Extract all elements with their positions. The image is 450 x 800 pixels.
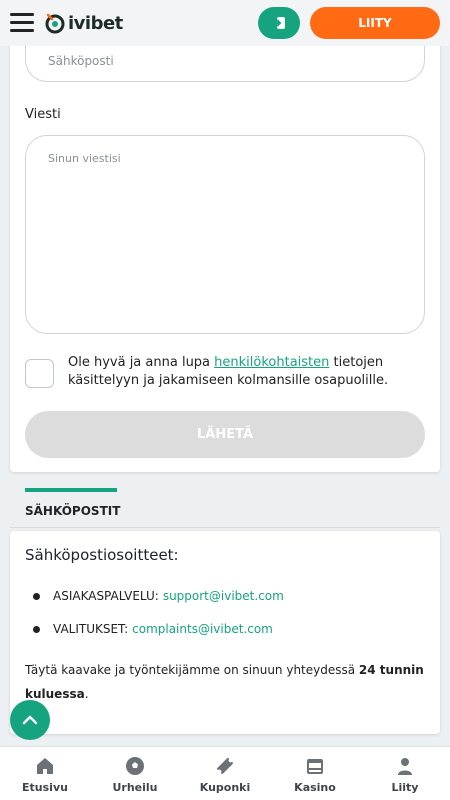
- support-email-link[interactable]: support@ivibet.com: [163, 589, 284, 603]
- nav-item-coupon[interactable]: Kuponki: [180, 747, 270, 800]
- message-textarea[interactable]: Sinun viestisi: [25, 135, 425, 334]
- section-title: SÄHKÖPOSTIT: [25, 504, 121, 518]
- complaints-email-link[interactable]: complaints@ivibet.com: [132, 622, 273, 636]
- top-header: ivibet LIITY: [0, 0, 450, 46]
- scroll-top-button[interactable]: [10, 700, 50, 740]
- consent-text: Ole hyvä ja anna lupa henkilökohtaisten …: [68, 354, 428, 390]
- nav-label-casino: Kasino: [294, 781, 336, 794]
- support-label: ASIAKASPALVELU:: [53, 589, 159, 603]
- note-end: .: [84, 687, 89, 701]
- note-text: Täytä kaavake ja työntekijämme on sinuun…: [25, 663, 359, 677]
- nav-item-sports[interactable]: Urheilu: [90, 747, 180, 800]
- list-item-complaints: VALITUKSET: complaints@ivibet.com: [33, 622, 273, 636]
- nav-label-sports: Urheilu: [112, 781, 158, 794]
- section-divider: [10, 527, 440, 528]
- logo-mark-icon: [45, 13, 65, 34]
- emails-heading: Sähköpostiosoitteet:: [25, 546, 179, 564]
- nav-label-home: Etusivu: [22, 781, 68, 794]
- bottom-nav: Etusivu Urheilu Kuponki Kasino Liity: [0, 746, 450, 800]
- message-label: Viesti: [25, 107, 61, 122]
- user-icon: [398, 758, 412, 775]
- join-button[interactable]: LIITY: [310, 7, 440, 39]
- bullet-icon: [33, 592, 40, 600]
- soccer-ball-icon: [126, 757, 144, 775]
- nav-item-join[interactable]: Liity: [360, 747, 450, 800]
- nav-item-casino[interactable]: Kasino: [270, 747, 360, 800]
- menu-icon[interactable]: [10, 13, 34, 33]
- consent-text-before: Ole hyvä ja anna lupa: [68, 355, 215, 370]
- consent-checkbox[interactable]: [25, 359, 54, 388]
- nav-label-coupon: Kuponki: [199, 781, 251, 794]
- list-item-support: ASIAKASPALVELU: support@ivibet.com: [33, 589, 284, 603]
- ticket-icon: [217, 758, 233, 774]
- section-accent-bar: [25, 488, 117, 492]
- slot-machine-icon: [307, 759, 323, 774]
- bullet-icon: [33, 625, 40, 633]
- chevron-up-icon: [22, 715, 38, 725]
- nav-item-home[interactable]: Etusivu: [0, 747, 90, 800]
- login-button[interactable]: [258, 7, 300, 39]
- submit-button[interactable]: LÄHETÄ: [25, 411, 425, 458]
- email-info-card: Sähköpostiosoitteet: ASIAKASPALVELU: sup…: [10, 531, 440, 734]
- nav-label-join: Liity: [391, 781, 419, 794]
- login-icon: [273, 17, 285, 29]
- complaints-label: VALITUKSET:: [53, 622, 129, 636]
- consent-link[interactable]: henkilökohtaisten: [214, 355, 329, 370]
- home-icon: [37, 758, 53, 774]
- logo[interactable]: ivibet: [44, 10, 123, 36]
- response-note: Täytä kaavake ja työntekijämme on sinuun…: [25, 658, 430, 706]
- logo-text: ivibet: [68, 12, 123, 34]
- contact-form: Sähköposti Viesti Sinun viestisi Ole hyv…: [10, 36, 440, 472]
